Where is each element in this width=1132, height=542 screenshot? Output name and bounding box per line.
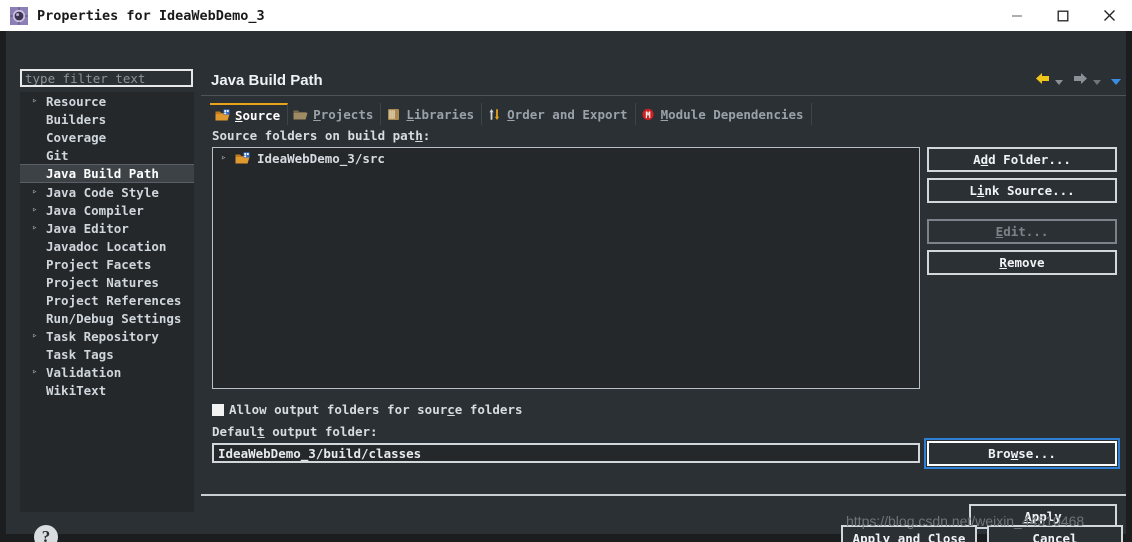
sidebar-item-label: Project Facets	[46, 256, 152, 272]
title-divider	[201, 95, 1126, 96]
back-arrow-icon[interactable]	[1034, 71, 1051, 90]
sidebar-item-label: Java Code Style	[46, 184, 159, 200]
sidebar-item-task-tags[interactable]: Task Tags	[20, 345, 194, 363]
tab-label: Order and Export	[507, 106, 628, 122]
sidebar-item-label: Resource	[46, 93, 107, 109]
default-output-folder-label: Default output folder:	[212, 424, 378, 439]
sidebar-item-label: Builders	[46, 111, 107, 127]
sidebar-item-git[interactable]: Git	[20, 146, 194, 164]
minimize-button[interactable]	[994, 0, 1040, 31]
remove-button[interactable]: Remove	[927, 250, 1117, 275]
allow-output-folders-label: Allow output folders for source folders	[229, 402, 523, 417]
tab-projects[interactable]: Projects	[288, 103, 382, 125]
window-title: Properties for IdeaWebDemo_3	[37, 7, 265, 24]
filter-input[interactable]	[20, 69, 193, 87]
tab-module-dependencies[interactable]: M Module Dependencies	[636, 103, 812, 125]
sidebar-item-label: Java Build Path	[46, 166, 159, 181]
title-bar: Properties for IdeaWebDemo_3	[0, 0, 1132, 31]
tab-label: Projects	[313, 106, 374, 122]
sidebar-item-resource[interactable]: ▹ Resource	[20, 92, 194, 110]
help-icon[interactable]: ?	[34, 525, 58, 542]
forward-arrow-icon[interactable]	[1072, 71, 1089, 90]
view-menu-chevron-down-icon[interactable]	[1110, 71, 1122, 90]
sidebar-item-label: Project References	[46, 292, 182, 308]
edit-button: Edit...	[927, 219, 1117, 244]
expand-chevron-right-icon[interactable]: ▹	[221, 153, 235, 163]
tab-label: Libraries	[406, 106, 475, 122]
sidebar-item-run-debug-settings[interactable]: Run/Debug Settings	[20, 309, 194, 327]
tab-libraries[interactable]: Libraries	[381, 103, 483, 125]
sidebar-item-javadoc-location[interactable]: Javadoc Location	[20, 237, 194, 255]
sidebar-item-label: WikiText	[46, 382, 107, 398]
expand-chevron-right-icon[interactable]: ▹	[32, 96, 44, 106]
source-folder-icon	[235, 151, 251, 165]
source-folder-label: IdeaWebDemo_3/src	[257, 150, 385, 166]
apply-divider	[201, 494, 1126, 496]
sidebar-item-builders[interactable]: Builders	[20, 110, 194, 128]
source-folder-row[interactable]: ▹ IdeaWebDemo_3/src	[213, 148, 919, 168]
build-path-tabs[interactable]: Source Projects Libraries Order and Export M…	[210, 103, 1126, 125]
sidebar-item-validation[interactable]: ▹ Validation	[20, 363, 194, 381]
watermark: https://blog.csdn.net/weixin_44510468	[846, 513, 1085, 529]
link-source-button[interactable]: Li nk Source...	[927, 178, 1117, 203]
folder-icon	[293, 108, 308, 121]
allow-output-folders-row[interactable]: Allow output folders for source folders	[212, 402, 523, 417]
navigation-arrows	[1034, 71, 1122, 90]
add-folder-button[interactable]: Add Folder...	[927, 147, 1117, 172]
source-folder-icon	[215, 108, 230, 122]
source-folders-label: Source folders on build path:	[212, 128, 431, 143]
close-button[interactable]	[1086, 0, 1132, 31]
sidebar-item-task-repository[interactable]: ▹ Task Repository	[20, 327, 194, 345]
maximize-button[interactable]	[1040, 0, 1086, 31]
sidebar-item-label: Task Tags	[46, 346, 114, 362]
sidebar-item-label: Java Compiler	[46, 202, 144, 218]
java-build-path-page: Java Build Path Source Projects Librarie…	[201, 62, 1126, 529]
browse-button[interactable]: Bro w se...	[924, 438, 1120, 469]
forward-menu-chevron-down-icon[interactable]	[1092, 71, 1102, 90]
order-arrows-icon	[487, 108, 502, 121]
properties-dialog-window: Properties for IdeaWebDemo_3 ▹ResourceBu…	[0, 0, 1132, 542]
default-output-folder-input[interactable]	[212, 443, 920, 463]
sidebar-item-label: Git	[46, 147, 69, 163]
sidebar-item-java-compiler[interactable]: ▹ Java Compiler	[20, 201, 194, 219]
allow-output-folders-checkbox[interactable]	[212, 403, 224, 416]
page-title: Java Build Path	[211, 72, 323, 89]
dialog-body: ▹ResourceBuildersCoverageGitJava Build P…	[0, 31, 1132, 542]
sidebar-item-java-code-style[interactable]: ▹ Java Code Style	[20, 183, 194, 201]
sidebar-item-label: Task Repository	[46, 328, 159, 344]
tab-order-and-export[interactable]: Order and Export	[482, 103, 636, 125]
tab-label: Module Dependencies	[660, 106, 804, 122]
tab-source[interactable]: Source	[210, 103, 289, 125]
settings-tree[interactable]: ▹ Resource Builders Coverage Git Java Build P…	[20, 92, 194, 512]
sidebar-item-label: Run/Debug Settings	[46, 310, 182, 326]
sidebar-item-java-build-path[interactable]: Java Build Path	[20, 164, 194, 183]
eclipse-properties-icon	[10, 6, 28, 25]
expand-chevron-right-icon[interactable]: ▹	[32, 331, 44, 341]
sidebar-item-project-references[interactable]: Project References	[20, 291, 194, 309]
tab-label: Source	[235, 107, 281, 123]
sidebar-item-project-natures[interactable]: Project Natures	[20, 273, 194, 291]
expand-chevron-right-icon[interactable]: ▹	[32, 367, 44, 377]
module-badge-icon: M	[641, 108, 656, 121]
sidebar-item-label: Validation	[46, 364, 122, 380]
sidebar-item-project-facets[interactable]: Project Facets	[20, 255, 194, 273]
sidebar-item-label: Java Editor	[46, 220, 129, 236]
sidebar-item-label: Project Natures	[46, 274, 159, 290]
sidebar-item-coverage[interactable]: Coverage	[20, 128, 194, 146]
source-folders-list[interactable]: ▹ IdeaWebDemo_3/src	[212, 147, 920, 389]
expand-chevron-right-icon[interactable]: ▹	[32, 223, 44, 233]
sidebar-item-label: Coverage	[46, 129, 107, 145]
sidebar-item-java-editor[interactable]: ▹ Java Editor	[20, 219, 194, 237]
window-controls	[994, 0, 1132, 31]
expand-chevron-right-icon[interactable]: ▹	[32, 205, 44, 215]
svg-text:M: M	[645, 111, 650, 121]
expand-chevron-right-icon[interactable]: ▹	[32, 187, 44, 197]
back-menu-chevron-down-icon[interactable]	[1054, 71, 1064, 90]
sidebar-item-label: Javadoc Location	[46, 238, 167, 254]
library-icon	[386, 108, 401, 121]
settings-sidebar: ▹ResourceBuildersCoverageGitJava Build P…	[12, 62, 195, 512]
sidebar-item-wikitext[interactable]: WikiText	[20, 381, 194, 399]
